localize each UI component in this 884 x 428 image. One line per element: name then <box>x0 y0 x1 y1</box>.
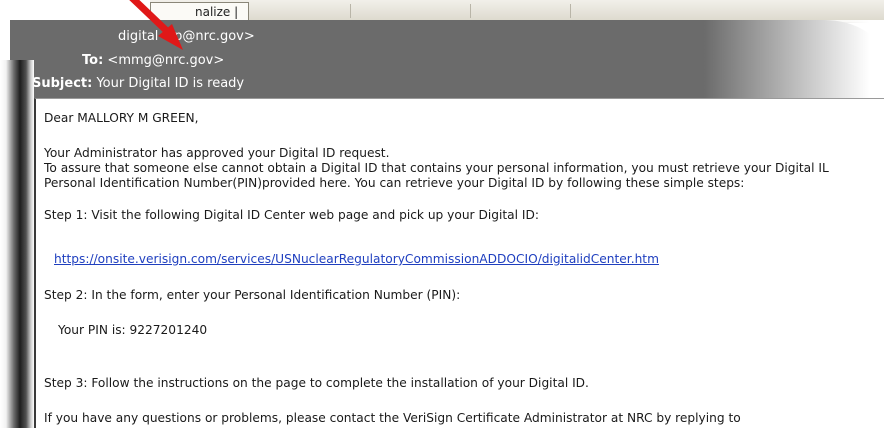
toolbar-separator <box>470 4 471 18</box>
body-paragraph-line: To assure that someone else cannot obtai… <box>44 161 829 175</box>
body-paragraph-line: Your Administrator has approved your Dig… <box>44 146 390 160</box>
toolbar-separator <box>570 4 571 18</box>
subject-label: Subject: <box>32 76 93 91</box>
step-3: Step 3: Follow the instructions on the p… <box>44 376 589 390</box>
body-paragraph-line: Personal Identification Number(PIN)provi… <box>44 176 745 190</box>
to-label: To: <box>82 53 104 68</box>
to-value: <mmg@nrc.gov> <box>107 53 225 68</box>
page-curl-shadow <box>0 60 34 428</box>
toolbar-tab-personalize[interactable]: nalize | <box>150 2 250 22</box>
from-value: digital elp@nrc.gov> <box>118 29 255 44</box>
greeting: Dear MALLORY M GREEN, <box>44 111 199 125</box>
digital-id-center-link[interactable]: https://onsite.verisign.com/services/USN… <box>54 252 659 266</box>
closing-line: If you have any questions or problems, p… <box>44 411 741 425</box>
toolbar-separator <box>350 4 351 18</box>
to-row: To: <mmg@nrc.gov> <box>82 53 224 68</box>
subject-value: Your Digital ID is ready <box>96 76 245 91</box>
step-1: Step 1: Visit the following Digital ID C… <box>44 208 539 222</box>
step-2: Step 2: In the form, enter your Personal… <box>44 288 461 302</box>
email-header: digital elp@nrc.gov> To: <mmg@nrc.gov> S… <box>10 20 884 98</box>
subject-row: Subject: Your Digital ID is ready <box>32 76 244 91</box>
email-body: Dear MALLORY M GREEN, Your Administrator… <box>34 98 884 428</box>
header-fade <box>704 20 884 98</box>
pin-line: Your PIN is: 9227201240 <box>58 323 208 337</box>
email-viewer: nalize | digital elp@nrc.gov> To: <mmg@n… <box>0 0 884 428</box>
